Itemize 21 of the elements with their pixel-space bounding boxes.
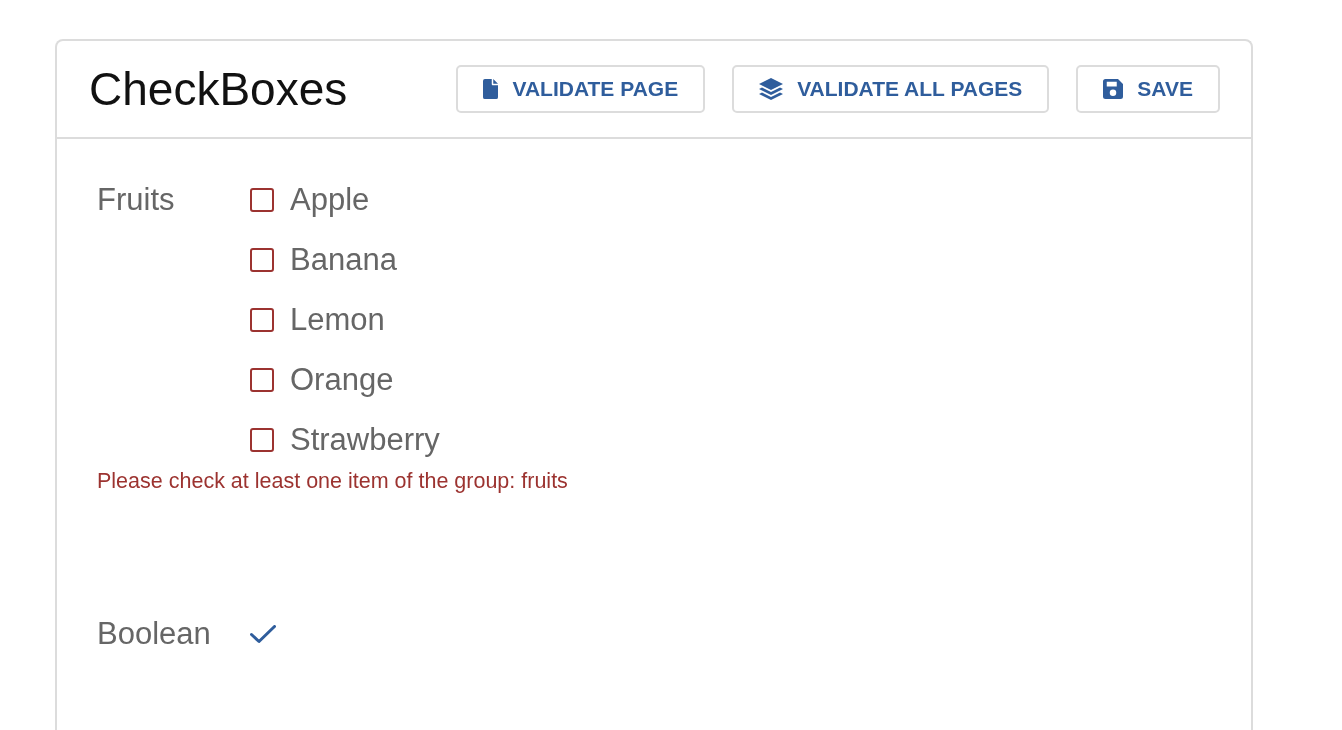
checkbox[interactable] bbox=[250, 308, 274, 332]
page-title: CheckBoxes bbox=[89, 63, 348, 115]
file-icon bbox=[483, 79, 499, 99]
error-message: Please check at least one item of the group: fruits bbox=[97, 470, 568, 492]
validate-all-pages-button[interactable]: VALIDATE ALL PAGES bbox=[732, 65, 1050, 113]
option-label[interactable]: Apple bbox=[290, 180, 370, 220]
option-label[interactable]: Lemon bbox=[290, 300, 385, 340]
option-label[interactable]: Banana bbox=[290, 240, 397, 280]
option-label[interactable]: Strawberry bbox=[290, 420, 440, 460]
save-button[interactable]: SAVE bbox=[1076, 65, 1220, 113]
checkmark-icon[interactable] bbox=[250, 624, 276, 644]
field-label: Boolean bbox=[97, 615, 212, 653]
checkbox[interactable] bbox=[250, 368, 274, 392]
checkbox[interactable] bbox=[250, 188, 274, 212]
option-label[interactable]: Orange bbox=[290, 360, 394, 400]
checkbox[interactable] bbox=[250, 428, 274, 452]
layers-icon bbox=[759, 78, 784, 100]
validate-page-button[interactable]: VALIDATE PAGE bbox=[456, 65, 706, 113]
field-label: Fruits bbox=[97, 181, 176, 219]
save-icon bbox=[1103, 79, 1124, 99]
checkbox[interactable] bbox=[250, 248, 274, 272]
